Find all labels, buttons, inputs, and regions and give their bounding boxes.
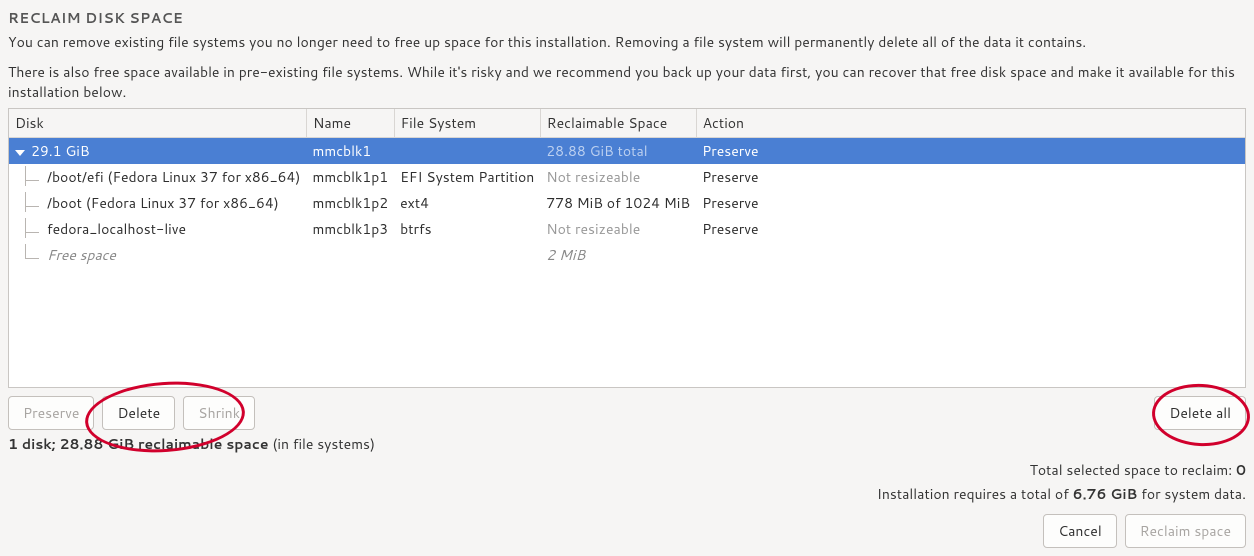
disk-name: mmcblk1 [306, 138, 394, 165]
partition-mount: /boot/efi (Fedora Linux 37 for x86_64) [47, 167, 300, 187]
disk-reclaimable: 28.88 GiB total [546, 141, 647, 161]
partition-mount: /boot (Fedora Linux 37 for x86_64) [47, 193, 279, 213]
chevron-down-icon[interactable] [15, 150, 25, 156]
total-selected-value: 0 [1236, 460, 1246, 480]
requires-size: 6.76 GiB [1073, 484, 1138, 504]
footer-buttons: Cancel Reclaim space [0, 506, 1254, 556]
shrink-button[interactable]: Shrink [183, 396, 255, 430]
freespace-size: 2 MiB [546, 245, 585, 265]
table-header-row: Disk Name File System Reclaimable Space … [9, 109, 1245, 138]
partition-name: mmcblk1p2 [306, 190, 394, 216]
freespace-label: Free space [47, 245, 116, 265]
col-filesystem[interactable]: File System [394, 109, 540, 138]
summary-line: 1 disk; 28.88 GiB reclaimable space (in … [0, 434, 1254, 458]
reclaim-space-button[interactable]: Reclaim space [1125, 514, 1246, 548]
partition-action: Preserve [696, 216, 1245, 242]
table-row-disk[interactable]: 29.1 GiB mmcblk1 28.88 GiB total Preserv… [9, 138, 1245, 165]
table-row[interactable]: fedora_localhost-live mmcblk1p3 btrfs No… [9, 216, 1245, 242]
partition-reclaimable: Not resizeable [546, 167, 640, 187]
total-selected-line: Total selected space to reclaim: 0 [0, 458, 1254, 482]
partition-name: mmcblk1p3 [306, 216, 394, 242]
partition-action: Preserve [696, 164, 1245, 190]
partition-table: Disk Name File System Reclaimable Space … [8, 108, 1246, 388]
disk-size: 29.1 GiB [31, 141, 90, 161]
delete-all-button[interactable]: Delete all [1154, 396, 1246, 430]
requires-pre: Installation requires a total of [877, 484, 1073, 504]
col-action[interactable]: Action [696, 109, 1245, 138]
partition-fs: EFI System Partition [394, 164, 540, 190]
tree-branch-icon [15, 224, 47, 238]
actions-bar: Preserve Delete Shrink Delete all [0, 388, 1254, 438]
cancel-button[interactable]: Cancel [1043, 514, 1117, 548]
disk-fs [394, 138, 540, 165]
col-disk[interactable]: Disk [9, 109, 306, 138]
table-row[interactable]: /boot (Fedora Linux 37 for x86_64) mmcbl… [9, 190, 1245, 216]
summary-bold: 1 disk; 28.88 GiB reclaimable space [8, 434, 268, 454]
partition-name: mmcblk1p1 [306, 164, 394, 190]
col-name[interactable]: Name [306, 109, 394, 138]
intro-text-2: There is also free space available in pr… [8, 62, 1246, 102]
partition-fs: btrfs [394, 216, 540, 242]
install-requires-line: Installation requires a total of 6.76 Gi… [0, 482, 1254, 506]
tree-branch-icon [15, 172, 47, 186]
table-row[interactable]: /boot/efi (Fedora Linux 37 for x86_64) m… [9, 164, 1245, 190]
intro-text-1: You can remove existing file systems you… [8, 32, 1246, 52]
total-selected-label: Total selected space to reclaim: [1030, 460, 1236, 480]
delete-button[interactable]: Delete [102, 396, 175, 430]
partition-reclaimable: 778 MiB of 1024 MiB [540, 190, 696, 216]
tree-branch-icon [15, 250, 47, 264]
table-row-freespace[interactable]: Free space 2 MiB [9, 242, 1245, 268]
disk-action: Preserve [696, 138, 1245, 165]
preserve-button[interactable]: Preserve [8, 396, 94, 430]
requires-post: for system data. [1137, 484, 1246, 504]
partition-reclaimable: Not resizeable [546, 219, 640, 239]
col-reclaimable[interactable]: Reclaimable Space [540, 109, 696, 138]
tree-branch-icon [15, 198, 47, 212]
partition-fs: ext4 [394, 190, 540, 216]
page-title: RECLAIM DISK SPACE [8, 8, 1246, 28]
partition-action: Preserve [696, 190, 1245, 216]
partition-mount: fedora_localhost-live [47, 219, 186, 239]
summary-rest: (in file systems) [268, 434, 375, 454]
